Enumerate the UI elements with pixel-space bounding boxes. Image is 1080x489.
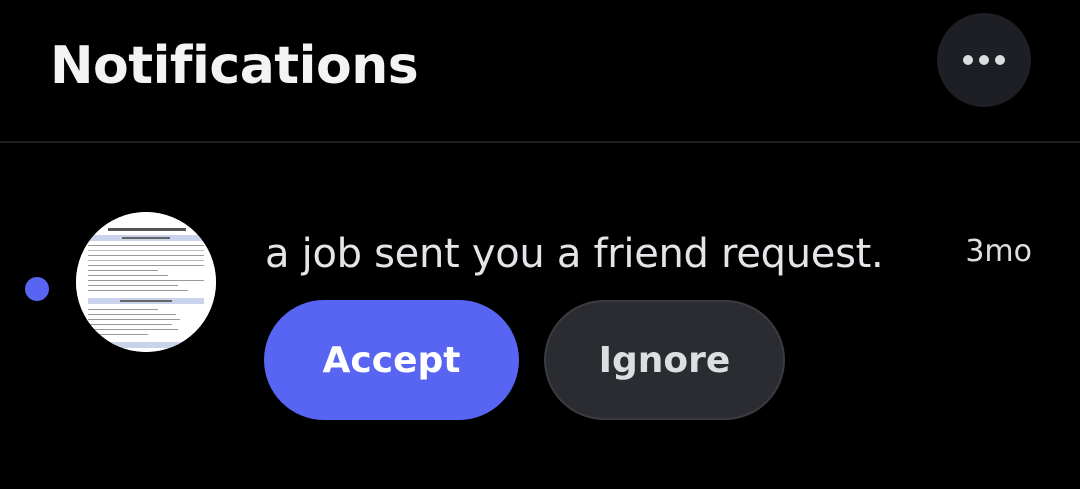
ignore-button[interactable]: Ignore [544, 300, 785, 420]
job-application-form-image [76, 212, 216, 352]
avatar[interactable] [76, 212, 216, 352]
unread-indicator [25, 277, 49, 301]
header-divider [0, 141, 1080, 143]
more-horizontal-icon [963, 55, 1005, 65]
notifications-screen: Notifications a job sent you a friend re… [0, 0, 1080, 489]
notification-timestamp: 3mo [965, 234, 1032, 269]
accept-button[interactable]: Accept [264, 300, 519, 420]
notification-message: a job sent you a friend request. [265, 231, 884, 277]
page-title: Notifications [50, 36, 419, 96]
more-options-button[interactable] [937, 13, 1031, 107]
